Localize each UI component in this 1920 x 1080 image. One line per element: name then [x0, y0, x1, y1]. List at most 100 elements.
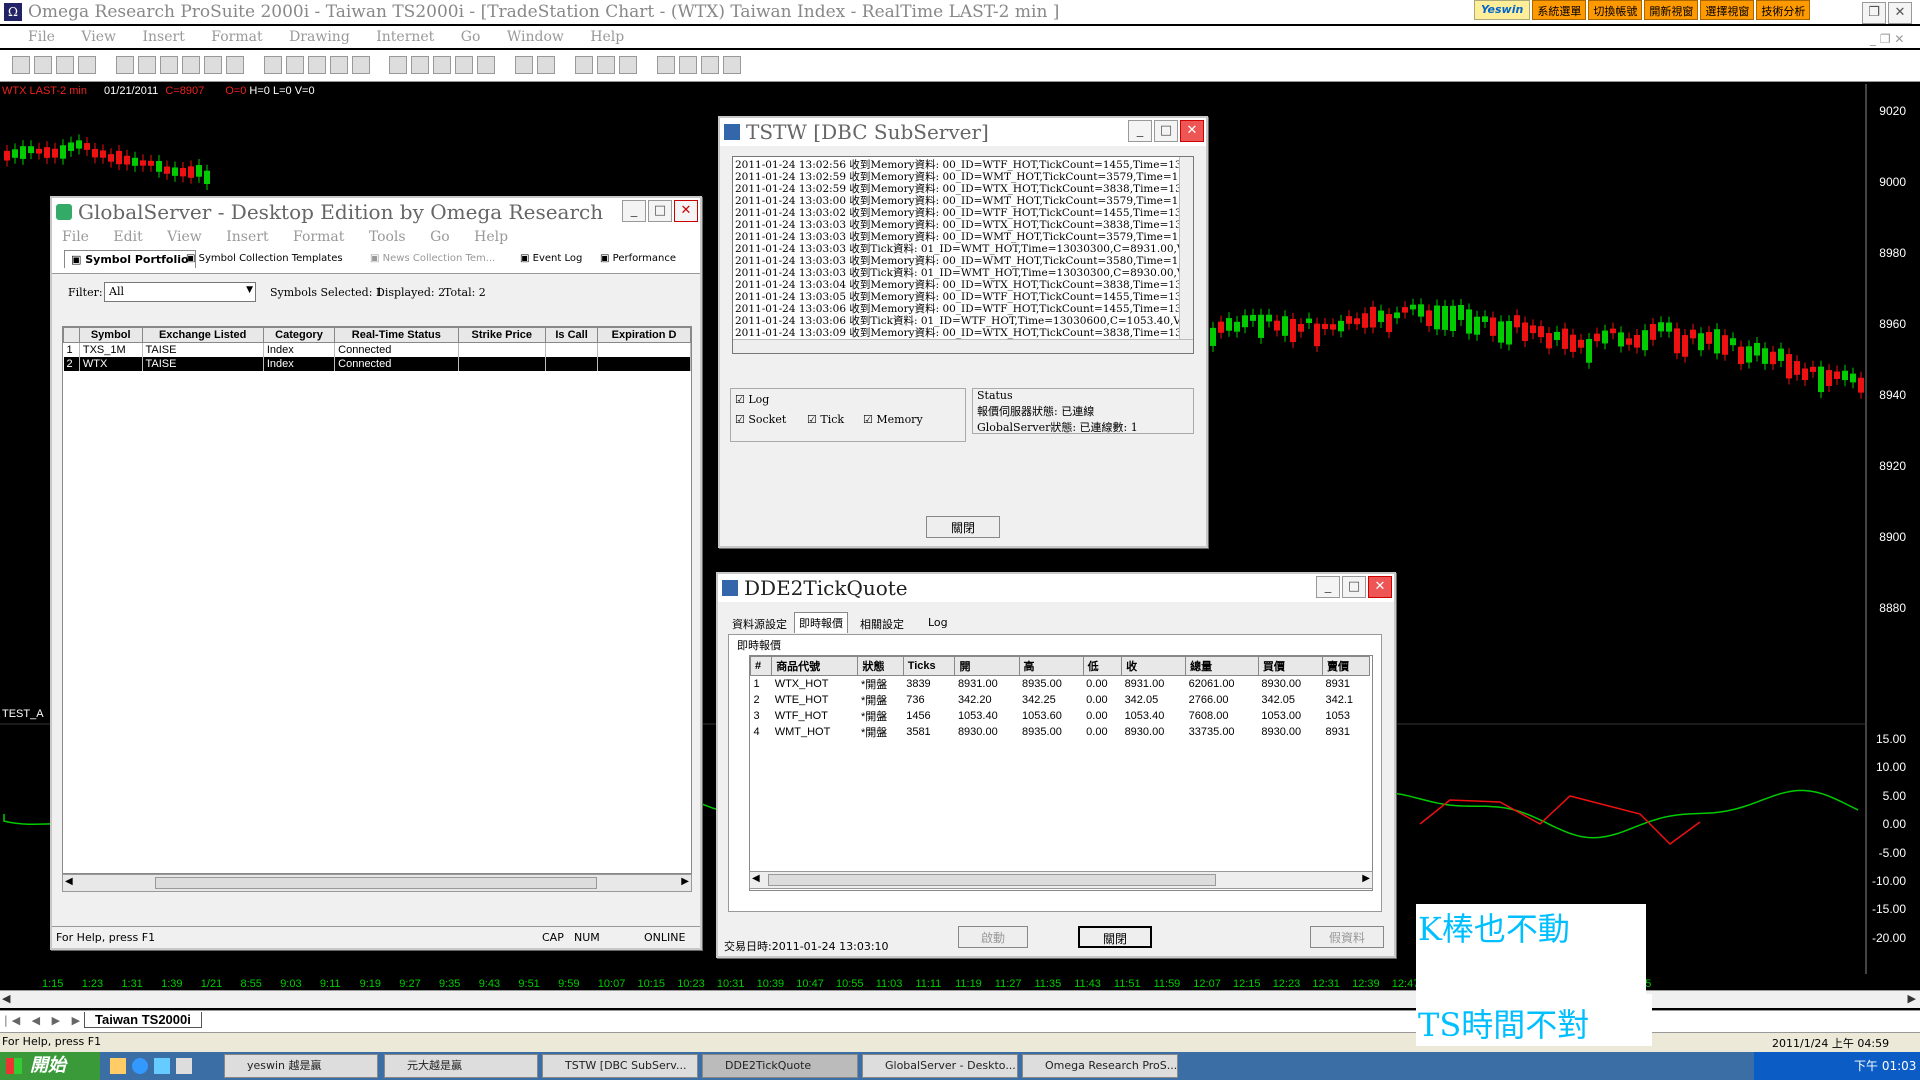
menu-file[interactable]: File [28, 29, 55, 45]
chevron-down-icon[interactable]: ▼ [246, 285, 253, 295]
table-icon[interactable] [433, 56, 452, 74]
maximize-icon[interactable]: □ [648, 200, 672, 222]
log-checkbox[interactable]: ☑ Log [735, 393, 769, 406]
candle-icon[interactable] [537, 56, 556, 74]
minimize-icon[interactable]: _ [622, 200, 646, 222]
image-icon[interactable] [225, 56, 244, 74]
memory-checkbox[interactable]: ☑ Memory [863, 413, 923, 426]
filter-select[interactable]: All ▼ [104, 282, 256, 302]
gs-menu-help[interactable]: Help [474, 229, 508, 245]
gs-col-header[interactable]: Expiration D [597, 327, 691, 343]
save-icon[interactable] [56, 56, 74, 74]
pointer-icon[interactable] [678, 56, 697, 74]
switch-account-button[interactable]: 切換帳號 [1588, 0, 1643, 20]
tab-symbol-collection[interactable]: ▣ Symbol Collection Templates [186, 253, 343, 264]
gs-col-header[interactable] [63, 327, 80, 343]
taskbar-item-omega[interactable]: Omega Research ProS... [1022, 1054, 1178, 1078]
select-window-button[interactable]: 選擇視窗 [1700, 0, 1755, 20]
dde-col-header[interactable]: 開 [954, 656, 1020, 676]
new-window-button[interactable]: 開新視窗 [1644, 0, 1699, 20]
table-row[interactable]: 4 WMT_HOT *開盤 3581 8930.00 8935.00 0.00 8930.00… [751, 724, 1370, 740]
doc-icon[interactable] [203, 56, 222, 74]
menu-insert[interactable]: Insert [143, 29, 185, 45]
gs-col-header[interactable]: Exchange Listed [141, 327, 264, 343]
zoom-out-icon[interactable] [597, 56, 616, 74]
fake-data-button[interactable]: 假資料 [1310, 926, 1384, 948]
table-row[interactable]: 2 WTE_HOT *開盤 736 342.20 342.25 0.00 342.05 2766… [751, 692, 1370, 708]
forward-icon[interactable] [329, 56, 348, 74]
scroll-left-icon[interactable]: ◀ [2, 992, 10, 1005]
scroll-left-icon[interactable]: ◀ [752, 873, 760, 884]
taskbar-item-dde[interactable]: DDE2TickQuote [702, 1054, 858, 1078]
scroll-right-icon[interactable]: ▶ [681, 876, 689, 887]
gs-menu-format[interactable]: Format [293, 229, 344, 245]
browser-icon[interactable] [154, 1058, 170, 1074]
close-icon[interactable]: ✕ [1368, 576, 1392, 598]
table-row[interactable]: 1 WTX_HOT *開盤 3839 8931.00 8935.00 0.00 8931.00… [751, 676, 1370, 693]
gs-menu-file[interactable]: File [62, 229, 89, 245]
dde-col-header[interactable]: # [750, 656, 773, 676]
back-icon[interactable] [307, 56, 326, 74]
dde-hscrollbar[interactable]: ◀ ▶ [749, 871, 1373, 889]
tab-datasource[interactable]: 資料源設定 [732, 616, 787, 632]
print-icon[interactable] [263, 56, 282, 74]
window-icon[interactable] [455, 56, 474, 74]
taskbar-item-tstw[interactable]: TSTW [DBC SubServ... [542, 1054, 698, 1078]
tick-checkbox[interactable]: ☑ Tick [807, 413, 844, 426]
tab-news-collection[interactable]: ▣ News Collection Tem... [370, 253, 495, 264]
tstw-hscrollbar[interactable] [733, 339, 1193, 353]
chart-icon[interactable] [115, 56, 134, 74]
gs-col-header[interactable]: Real-Time Status [334, 327, 459, 343]
sheet-nav-icons[interactable]: |◀ ◀ ▶ ▶| [4, 1014, 92, 1027]
page-icon[interactable] [181, 56, 200, 74]
gs-col-header[interactable]: Strike Price [457, 327, 547, 343]
socket-checkbox[interactable]: ☑ Socket [735, 413, 786, 426]
maximize-icon[interactable]: □ [1154, 120, 1178, 142]
tab-realtime-quote[interactable]: 即時報價 [794, 612, 848, 633]
taskbar-item-yeswin[interactable]: yeswin 越是贏 [224, 1054, 378, 1078]
insert-indicator-icon[interactable] [411, 56, 430, 74]
start-button[interactable]: 啟動 [958, 926, 1028, 948]
bar-chart-icon[interactable] [137, 56, 156, 74]
list-icon[interactable] [477, 56, 496, 74]
scroll-right-icon[interactable]: ▶ [1362, 873, 1370, 884]
minimize-icon[interactable]: _ [1316, 576, 1340, 598]
gs-menu-edit[interactable]: Edit [113, 229, 142, 245]
dde-col-header[interactable]: 商品代號 [771, 656, 859, 676]
gs-menu-go[interactable]: Go [430, 229, 450, 245]
open-icon[interactable] [34, 56, 52, 74]
tab-performance[interactable]: ▣ Performance [600, 253, 676, 264]
sheet-tab-taiwan[interactable]: Taiwan TS2000i [84, 1012, 202, 1028]
table-row[interactable]: 1 TXS_1M TAISE Index Connected [63, 342, 691, 357]
taskbar-item-globalserver[interactable]: GlobalServer - Deskto... [862, 1054, 1018, 1078]
dde-col-header[interactable]: 買價 [1257, 656, 1323, 676]
menu-window[interactable]: Window [507, 29, 564, 45]
tab-settings[interactable]: 相關設定 [860, 616, 904, 632]
maximize-icon[interactable]: □ [1342, 576, 1366, 598]
pin-icon[interactable] [722, 56, 741, 74]
restore-icon[interactable]: ❐ [1862, 2, 1886, 24]
folder-icon[interactable] [78, 56, 96, 74]
scale-icon[interactable] [515, 56, 534, 74]
dde-col-header[interactable]: 高 [1018, 656, 1084, 676]
menu-help[interactable]: Help [590, 29, 624, 45]
zoom-icon[interactable] [619, 56, 638, 74]
table-row[interactable]: 2 WTX TAISE Index Connected [63, 356, 691, 371]
gs-menu-view[interactable]: View [167, 229, 202, 245]
settings-icon[interactable] [285, 56, 304, 74]
help-icon[interactable] [700, 56, 719, 74]
tab-event-log[interactable]: ▣ Event Log [520, 253, 582, 264]
tools-icon[interactable] [656, 56, 675, 74]
dde-col-header[interactable]: 狀態 [857, 656, 904, 676]
tab-log[interactable]: Log [928, 616, 948, 629]
close-icon[interactable]: ✕ [1888, 2, 1912, 24]
close-icon[interactable]: ✕ [674, 200, 698, 222]
system-menu-button[interactable]: 系統選單 [1532, 0, 1587, 20]
tab-symbol-portfolio[interactable]: ▣ Symbol Portfolio [64, 250, 196, 268]
dde-col-header[interactable]: Ticks [902, 656, 956, 676]
gs-menu-tools[interactable]: Tools [369, 229, 406, 245]
tstw-log-box[interactable]: 2011-01-24 13:02:56 收到Memory資料: 00_ID=WT… [732, 156, 1194, 354]
close-icon[interactable]: ✕ [1180, 120, 1204, 142]
gs-menu-insert[interactable]: Insert [226, 229, 268, 245]
menu-drawing[interactable]: Drawing [289, 29, 350, 45]
